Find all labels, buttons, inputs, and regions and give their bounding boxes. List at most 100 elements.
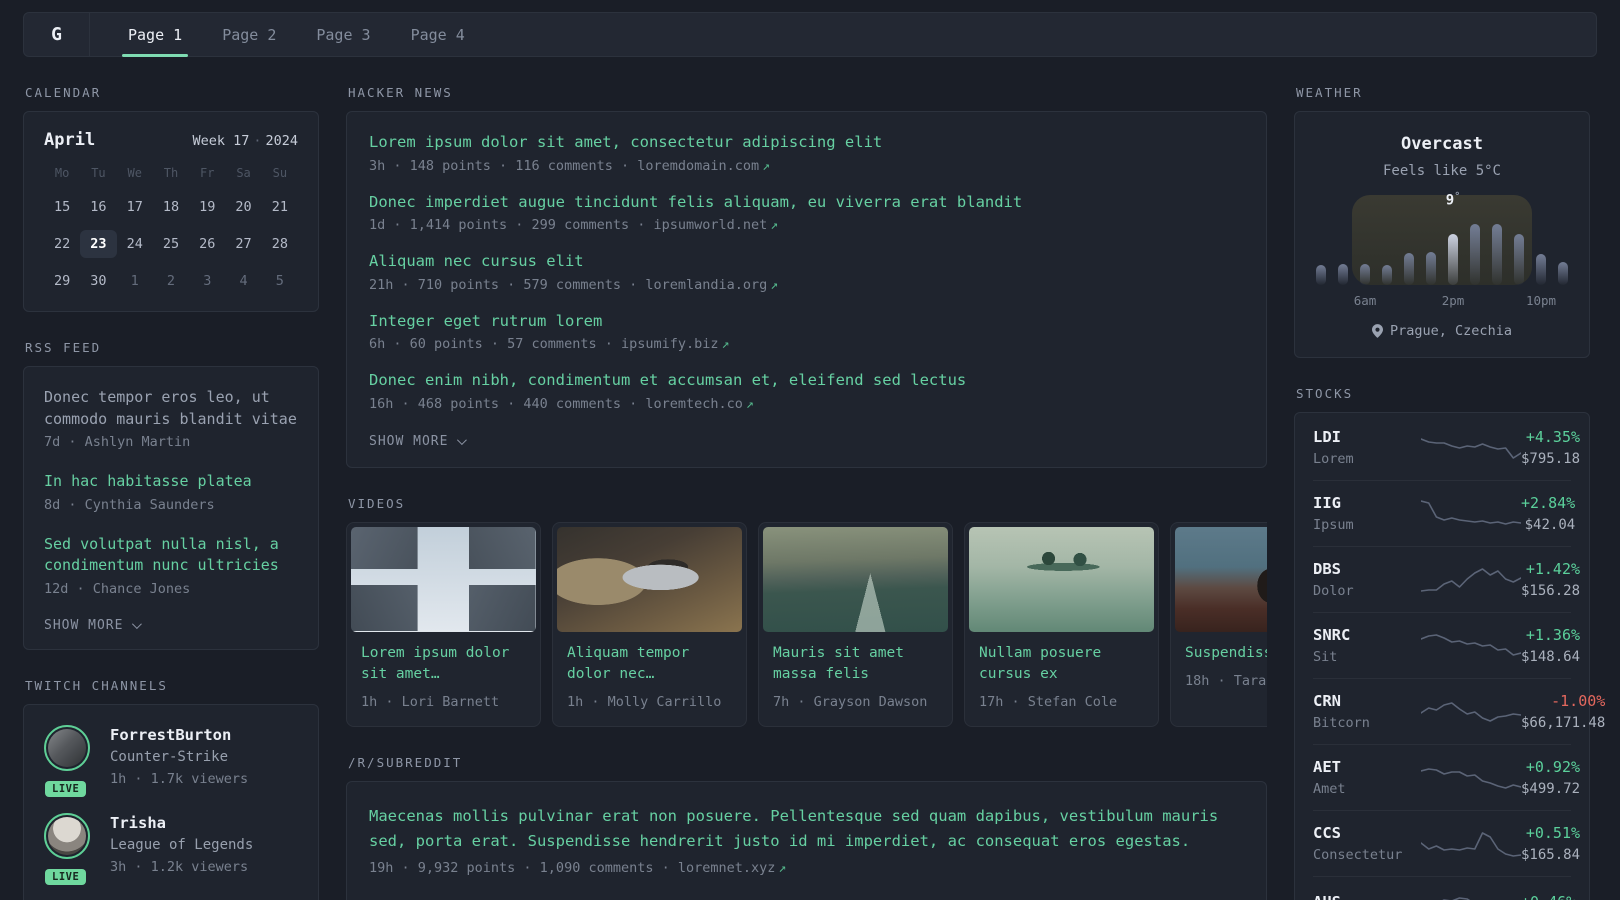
hn-item-domain[interactable]: loremlandia.org — [645, 277, 767, 293]
rss-item-title[interactable]: Donec tempor eros leo, ut commodo mauris… — [44, 387, 298, 430]
video-card[interactable]: Suspendisse diam 18h · Tara — [1170, 521, 1267, 727]
weather-hour-bar — [1536, 254, 1546, 285]
reddit-post-title[interactable]: Maecenas mollis pulvinar erat non posuer… — [369, 804, 1244, 854]
video-meta: 1h · Molly Carrillo — [567, 693, 722, 710]
stock-row[interactable]: DBS Dolor +1.42% $156.28 — [1313, 546, 1580, 612]
calendar-day: 28 — [271, 236, 288, 252]
calendar-grid: Mo Tu We Th Fr Sa Su 15 16 17 18 19 20 2… — [44, 166, 298, 295]
hackernews-section-label: HACKER NEWS — [348, 85, 453, 100]
stock-row[interactable]: CCS Consectetur +0.51% $165.84 — [1313, 810, 1580, 876]
video-meta: 18h · Tara — [1185, 672, 1267, 689]
stock-change: +2.84% — [1521, 494, 1576, 512]
hn-item-meta: 3h · 148 points · 116 comments · loremdo… — [369, 157, 770, 174]
twitch-channel[interactable]: LIVE ForrestBurton Counter-Strike 1h · 1… — [44, 724, 298, 797]
channel-game: League of Legends — [110, 836, 254, 853]
live-ring — [44, 724, 90, 771]
video-card[interactable]: Nullam posuere cursus ex 17h · Stefan Co… — [964, 521, 1159, 727]
stock-change: +1.36% — [1525, 626, 1581, 644]
hn-item-title[interactable]: Lorem ipsum dolor sit amet, consectetur … — [369, 132, 1244, 154]
hn-item-domain[interactable]: loremtech.co — [645, 396, 743, 412]
stock-ticker: CRN — [1313, 692, 1341, 710]
stock-change: +4.35% — [1525, 428, 1581, 446]
external-link-icon: ↗ — [770, 218, 779, 233]
hn-show-more-button[interactable]: SHOW MORE — [369, 434, 1244, 449]
rss-show-more-button[interactable]: SHOW MORE — [44, 618, 298, 633]
channel-name[interactable]: Trisha — [110, 813, 253, 833]
stock-name: Ipsum — [1313, 517, 1354, 533]
weather-section-label: WEATHER — [1296, 85, 1363, 100]
weekday-label: Fr — [200, 166, 215, 180]
hn-item-title[interactable]: Integer eget rutrum lorem — [369, 311, 1244, 333]
tab-page-1[interactable]: Page 1 — [116, 13, 194, 57]
stock-row[interactable]: LDI Lorem +4.35% $795.18 — [1313, 415, 1580, 480]
hn-item: Donec enim nibh, condimentum et accumsan… — [369, 370, 1244, 414]
channel-name[interactable]: ForrestBurton — [110, 725, 248, 745]
tab-page-4[interactable]: Page 4 — [399, 13, 477, 56]
video-card[interactable]: Aliquam tempor dolor nec pharetra… 1h · … — [552, 521, 747, 727]
hn-item-meta: 6h · 60 points · 57 comments · ipsumify.… — [369, 336, 730, 352]
reddit-post: Maecenas mollis pulvinar erat non posuer… — [369, 804, 1244, 878]
app-logo[interactable]: G — [24, 13, 90, 56]
calendar-day: 19 — [199, 199, 216, 215]
twitch-channel[interactable]: LIVE Trisha League of Legends 3h · 1.2k … — [44, 812, 298, 885]
reddit-post-domain[interactable]: loremnet.xyz — [678, 860, 776, 876]
time-tick: 10pm — [1525, 293, 1557, 308]
stock-row[interactable]: AHS +0.46% — [1313, 876, 1575, 900]
video-title[interactable]: Suspendisse diam — [1185, 643, 1267, 664]
video-thumbnail[interactable] — [1175, 526, 1267, 632]
video-thumbnail[interactable] — [969, 526, 1154, 632]
stock-row[interactable]: AET Amet +0.92% $499.72 — [1313, 744, 1580, 810]
rss-item-title[interactable]: In hac habitasse platea — [44, 471, 298, 493]
video-card[interactable]: Lorem ipsum dolor sit amet consectetu… 1… — [346, 521, 541, 727]
rss-item-title[interactable]: Sed volutpat nulla nisl, a condimentum n… — [44, 534, 298, 577]
stock-name: Dolor — [1313, 583, 1354, 599]
hn-item-domain[interactable]: ipsumify.biz — [621, 336, 719, 352]
calendar-year: 2024 — [265, 133, 298, 149]
video-title[interactable]: Aliquam tempor dolor nec pharetra… — [567, 643, 732, 685]
video-card[interactable]: Mauris sit amet massa felis 7h · Grayson… — [758, 521, 953, 727]
rss-item: In hac habitasse platea 8d · Cynthia Sau… — [44, 471, 298, 515]
video-thumbnail[interactable] — [763, 526, 948, 632]
chevron-down-icon — [457, 434, 468, 445]
subreddit-section-label: /R/SUBREDDIT — [348, 754, 463, 770]
video-meta: 1h · Lori Barnett — [361, 693, 500, 710]
hn-item-title[interactable]: Donec enim nibh, condimentum et accumsan… — [369, 370, 1244, 392]
stock-row[interactable]: SNRC Sit +1.36% $148.64 — [1313, 612, 1580, 678]
weather-widget: Overcast Feels like 5°C 9° 6am 2pm 10pm … — [1294, 111, 1590, 358]
rss-item: Sed volutpat nulla nisl, a condimentum n… — [44, 534, 298, 599]
video-meta: 17h · Stefan Cole — [979, 693, 1118, 710]
stock-row[interactable]: IIG Ipsum +2.84% $42.04 — [1313, 480, 1575, 546]
calendar-week: Week 17 — [192, 133, 250, 149]
stock-row[interactable]: CRN Bitcorn -1.00% $66,171.48 — [1313, 678, 1605, 744]
tab-page-3[interactable]: Page 3 — [304, 13, 382, 56]
calendar-day: 25 — [162, 236, 180, 252]
tab-page-2[interactable]: Page 2 — [210, 13, 288, 56]
stock-ticker: AHS — [1313, 891, 1421, 900]
weather-hour-bar — [1316, 265, 1326, 285]
calendar-day: 16 — [90, 199, 107, 215]
video-thumbnail[interactable] — [351, 526, 536, 632]
weekday-label: Mo — [54, 166, 70, 180]
hacker-news-widget: Lorem ipsum dolor sit amet, consectetur … — [346, 111, 1267, 468]
weather-location: Prague, Czechia — [1315, 323, 1569, 339]
hn-item-domain[interactable]: ipsumworld.net — [653, 217, 767, 233]
video-title[interactable]: Lorem ipsum dolor sit amet consectetu… — [361, 643, 526, 685]
hn-item-domain[interactable]: loremdomain.com — [637, 158, 759, 174]
video-thumbnail[interactable] — [557, 526, 742, 632]
calendar-widget: April Week 17 · 2024 Mo Tu We Th Fr Sa Su … — [23, 111, 319, 312]
chevron-down-icon — [132, 618, 143, 629]
dashboard-page: G Page 1 Page 2 Page 3 Page 4 CALENDAR A… — [0, 0, 1620, 900]
hn-item-title[interactable]: Aliquam nec cursus elit — [369, 251, 1244, 273]
hn-item: Aliquam nec cursus elit 21h · 710 points… — [369, 251, 1244, 295]
calendar-week-year: Week 17 · 2024 — [192, 133, 298, 149]
live-badge: LIVE — [45, 868, 87, 885]
video-title[interactable]: Nullam posuere cursus ex — [979, 643, 1144, 685]
current-temperature: 9° — [1445, 191, 1461, 209]
hn-item-title[interactable]: Donec imperdiet augue tincidunt felis al… — [369, 192, 1244, 214]
stock-sparkline — [1421, 633, 1521, 656]
calendar-day-next-month: 3 — [203, 273, 212, 289]
live-ring — [44, 812, 90, 859]
video-title[interactable]: Mauris sit amet massa felis — [773, 643, 938, 685]
hn-item: Lorem ipsum dolor sit amet, consectetur … — [369, 132, 1244, 176]
stock-ticker: AET — [1313, 758, 1341, 776]
